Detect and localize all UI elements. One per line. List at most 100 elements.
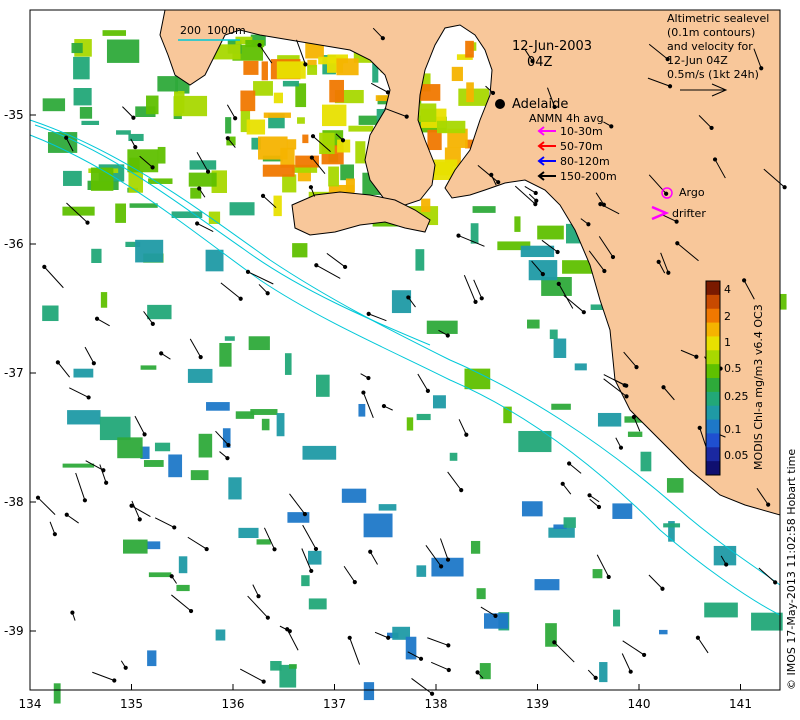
city-marker — [495, 99, 505, 109]
chl-patch — [391, 290, 412, 314]
colorbar-cell — [706, 378, 720, 393]
velocity-arrow-head — [64, 512, 69, 517]
velocity-arrow-head — [260, 193, 266, 199]
chl-patch — [147, 650, 157, 667]
colorbar-cell — [706, 350, 720, 365]
chl-patch — [73, 368, 94, 378]
velocity-arrow-head — [628, 669, 633, 674]
velocity-arrow-head — [406, 295, 411, 300]
velocity-arrow-head — [129, 503, 134, 508]
chl-patch — [336, 58, 359, 76]
chl-patch — [168, 454, 183, 478]
chl-patch — [534, 579, 560, 591]
velocity-arrow-head — [446, 667, 451, 673]
chl-patch — [157, 76, 178, 92]
velocity-arrow-head — [257, 43, 262, 48]
colorbar-cell — [706, 322, 720, 337]
chl-patch — [117, 437, 143, 459]
velocity-arrow-head — [91, 361, 96, 366]
velocity-arrow-head — [52, 532, 57, 537]
velocity-arrow-head — [496, 180, 501, 185]
colorbar-cell — [706, 405, 720, 421]
chl-patch — [416, 565, 427, 577]
chl-patch — [286, 139, 297, 150]
chl-patch — [258, 136, 288, 160]
velocity-arrow-head — [712, 157, 718, 162]
velocity-arrow-head — [55, 360, 60, 365]
chl-patch — [358, 115, 377, 125]
velocity-arrow-head — [314, 263, 319, 268]
argo-label: Argo — [679, 186, 705, 199]
velocity-arrow-head — [724, 562, 729, 567]
colorbar-cell — [706, 391, 720, 407]
velocity-arrow-head — [675, 241, 680, 246]
velocity-arrow-head — [660, 586, 665, 591]
chl-patch — [363, 513, 393, 538]
chl-patch — [81, 120, 100, 125]
velocity-arrow-head — [313, 546, 319, 552]
velocity-arrow-head — [172, 525, 177, 530]
colorbar-cell — [706, 447, 720, 462]
chl-patch — [464, 368, 491, 390]
chl-patch — [613, 609, 621, 627]
chl-patch — [363, 682, 375, 701]
velocity-arrow-head — [142, 432, 147, 437]
colorbar-tick-label: 2 — [724, 310, 731, 323]
chl-patch — [378, 504, 397, 511]
chl-patch — [115, 203, 127, 223]
colorbar-title: MODIS Chl-a mg/m3 v6.4 OC3 — [752, 304, 765, 470]
chl-patch — [340, 164, 355, 181]
chl-patch — [521, 501, 543, 517]
velocity-arrow-head — [112, 678, 117, 683]
chl-patch — [198, 433, 213, 458]
chl-patch — [640, 451, 652, 472]
chl-patch — [666, 478, 684, 493]
velocity-arrow-head — [226, 442, 231, 448]
velocity-arrow-head — [459, 488, 464, 493]
chl-patch — [316, 374, 330, 397]
velocity-arrow-head — [695, 635, 701, 640]
colorbar-tick-label: 0.05 — [724, 449, 749, 462]
lon-tick-label: 139 — [526, 697, 549, 711]
velocity-arrow-head — [343, 264, 348, 270]
chl-patch — [238, 527, 259, 539]
chl-patch — [612, 503, 633, 519]
velocity-arrow-head — [610, 254, 616, 260]
chl-patch — [146, 95, 159, 115]
velocity-arrow-head — [587, 493, 592, 498]
velocity-arrow-head — [265, 615, 270, 620]
lon-tick-label: 137 — [323, 697, 346, 711]
anmn-legend-label: 50-70m — [560, 140, 603, 153]
velocity-arrow-head — [567, 461, 572, 466]
lat-tick-label: -38 — [4, 495, 24, 509]
credit-text: © IMOS 17-May-2013 11:02:58 Hobart time — [785, 449, 798, 690]
chl-patch — [187, 368, 213, 383]
chl-patch — [206, 402, 230, 411]
chl-patch — [659, 629, 668, 635]
velocity-arrow-head — [666, 270, 671, 275]
velocity-arrow-head — [555, 249, 560, 255]
velocity-arrow-head — [661, 385, 666, 390]
velocity-arrow-head — [131, 115, 136, 120]
velocity-arrow-head — [310, 134, 316, 139]
chl-patch — [146, 541, 161, 550]
colorbar-cell — [706, 433, 720, 448]
velocity-arrow-head — [667, 84, 673, 89]
velocity-arrow-head — [560, 481, 565, 486]
lat-tick-label: -37 — [4, 366, 24, 380]
velocity-arrow-head — [601, 202, 606, 207]
velocity-arrow-head — [759, 66, 764, 71]
velocity-arrow-head — [309, 568, 314, 574]
velocity-arrow-head — [533, 202, 538, 207]
velocity-arrow-head — [205, 169, 211, 174]
chl-patch — [188, 172, 217, 187]
chl-patch — [154, 442, 171, 452]
lon-tick-label: 138 — [425, 697, 448, 711]
chl-patch — [451, 66, 463, 82]
velocity-arrow-head — [303, 62, 308, 67]
velocity-arrow-head — [309, 155, 314, 160]
chl-patch — [42, 98, 66, 112]
sealevel-line-1: Altimetric sealevel — [667, 12, 769, 25]
chl-patch — [466, 82, 474, 103]
scale-label-200: 200 — [180, 24, 201, 37]
